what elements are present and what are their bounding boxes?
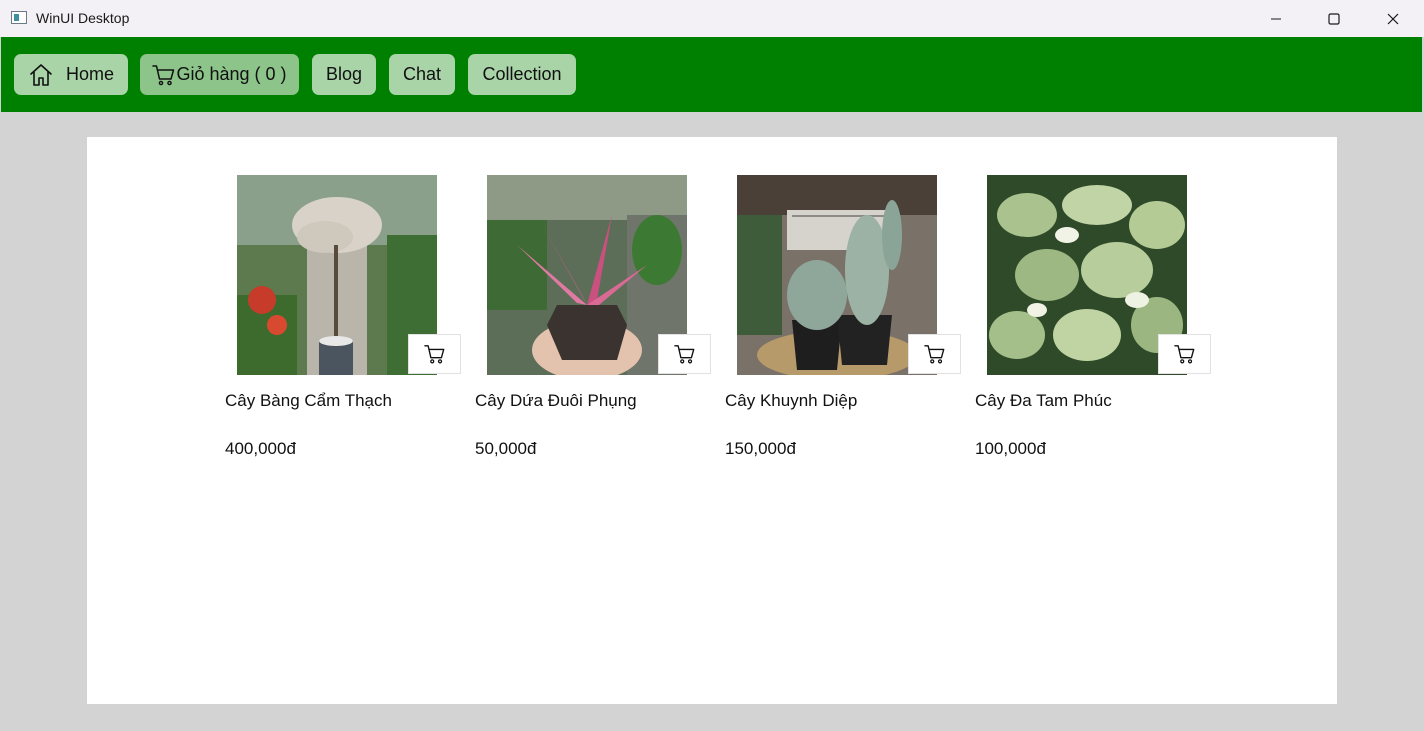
app-window-icon <box>11 11 27 24</box>
close-button[interactable] <box>1364 0 1422 37</box>
add-to-cart-button[interactable] <box>1158 334 1211 374</box>
product-image[interactable] <box>987 175 1187 375</box>
product-card[interactable]: Cây Dứa Đuôi Phụng 50,000đ <box>475 175 725 475</box>
add-to-cart-icon <box>673 345 694 364</box>
title-bar: WinUI Desktop <box>0 0 1424 37</box>
cart-button-label: Giỏ hàng ( 0 ) <box>176 64 287 84</box>
cart-icon <box>152 64 175 85</box>
home-button[interactable]: Home <box>14 54 128 95</box>
nav-bar: Home Giỏ hàng ( 0 ) Blog Chat Collection <box>1 37 1422 112</box>
chat-button[interactable]: Chat <box>389 54 455 95</box>
product-name: Cây Dứa Đuôi Phụng <box>475 391 637 410</box>
add-to-cart-icon <box>423 345 444 364</box>
product-image[interactable] <box>737 175 937 375</box>
product-image[interactable] <box>237 175 437 375</box>
home-icon <box>30 63 52 86</box>
collection-button[interactable]: Collection <box>468 54 576 95</box>
maximize-icon <box>1328 12 1340 25</box>
add-to-cart-button[interactable] <box>908 334 961 374</box>
product-name: Cây Khuynh Diệp <box>725 391 858 410</box>
product-card[interactable]: Cây Khuynh Diệp 150,000đ <box>725 175 975 475</box>
cart-button[interactable]: Giỏ hàng ( 0 ) <box>140 54 299 95</box>
close-icon <box>1387 13 1399 24</box>
add-to-cart-button[interactable] <box>408 334 461 374</box>
product-price: 50,000đ <box>475 439 537 458</box>
product-price: 400,000đ <box>225 439 296 458</box>
app-window: WinUI Desktop Home Giỏ hàng (0) Blog C… <box>0 0 1424 731</box>
product-price: 150,000đ <box>725 439 796 458</box>
blog-button-label: Blog <box>325 64 363 84</box>
product-card[interactable]: Cây Đa Tam Phúc 100,000đ <box>975 175 1225 475</box>
blog-button[interactable]: Blog <box>312 54 376 95</box>
maximize-button[interactable] <box>1305 0 1363 37</box>
product-name: Cây Đa Tam Phúc <box>975 391 1112 410</box>
add-to-cart-icon <box>1173 345 1194 364</box>
product-card[interactable]: Cây Bàng Cẩm Thạch 400,000đ <box>225 175 475 475</box>
minimize-icon <box>1271 18 1281 19</box>
add-to-cart-button[interactable] <box>658 334 711 374</box>
collection-button-label: Collection <box>482 64 562 84</box>
home-button-label: Home <box>65 64 114 84</box>
product-image[interactable] <box>487 175 687 375</box>
add-to-cart-icon <box>923 345 944 364</box>
product-name: Cây Bàng Cẩm Thạch <box>225 391 392 410</box>
minimize-button[interactable] <box>1247 0 1305 37</box>
product-price: 100,000đ <box>975 439 1046 458</box>
product-grid: Cây Bàng Cẩm Thạch 400,000đ Cây Dứa Đuôi… <box>87 137 1337 704</box>
chat-button-label: Chat <box>402 64 442 84</box>
window-title: WinUI Desktop <box>36 10 130 26</box>
